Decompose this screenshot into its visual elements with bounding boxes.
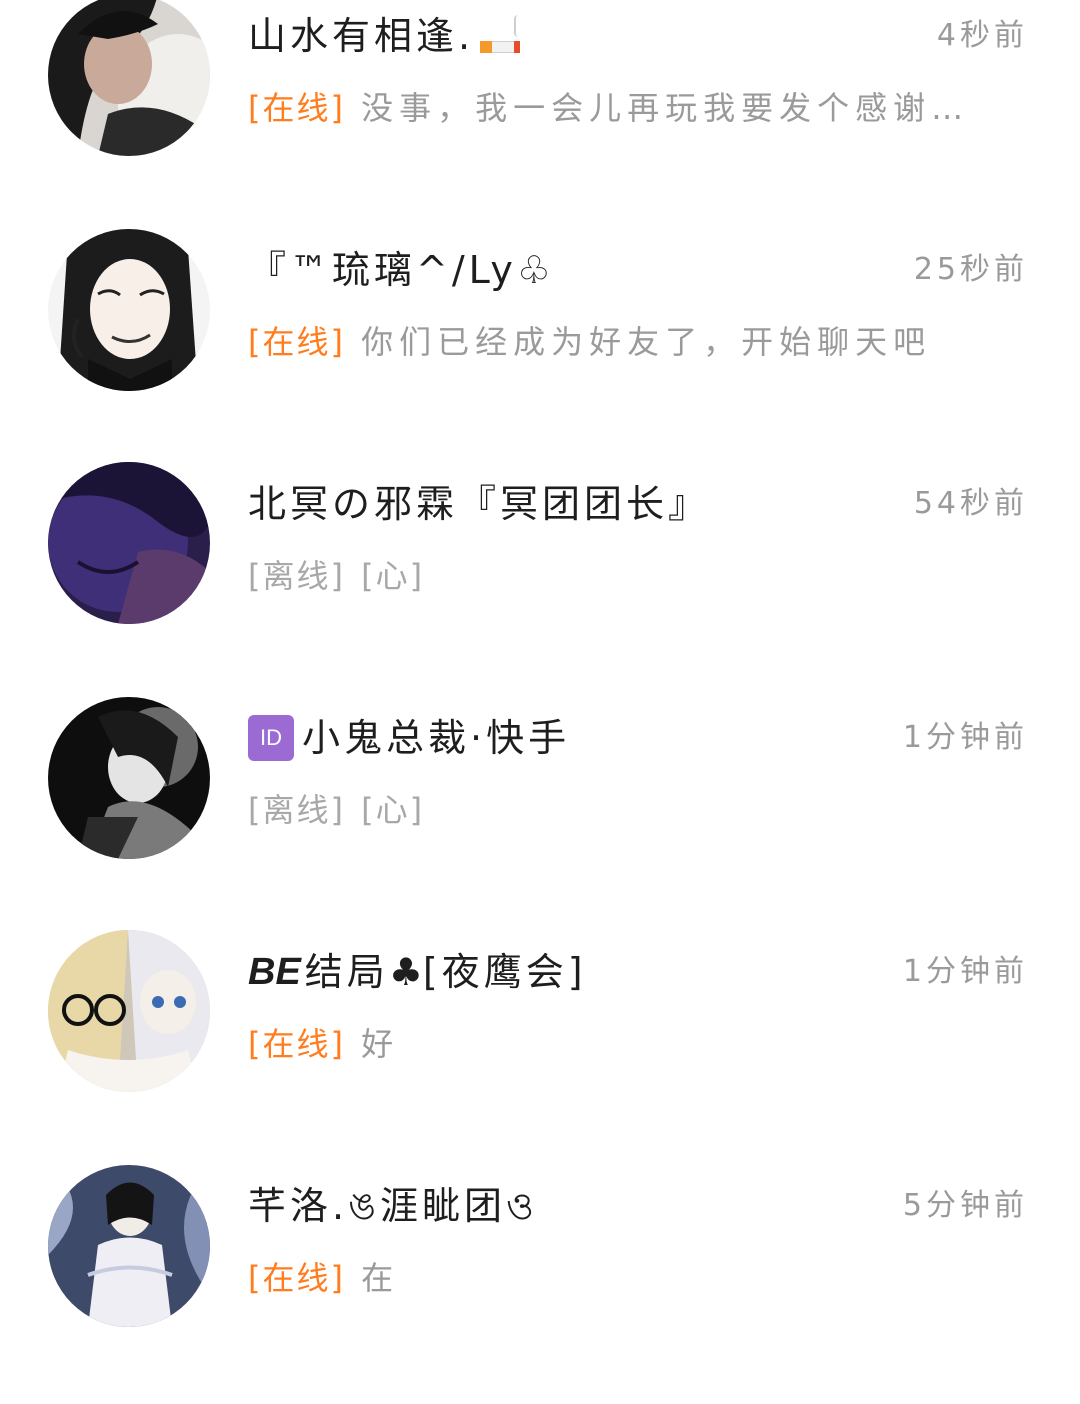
contact-name: ID 小鬼总裁·快手 <box>248 710 570 766</box>
contact-name: 芊洛.ঙ涯眦团ও <box>248 1178 538 1234</box>
conversation-item[interactable]: 北冥の邪霖『冥团团长』 54秒前 [离线] [心] <box>0 462 1080 702</box>
conversation-list: 山水有相逢. 4秒前 [在线] 没事，我一会儿再玩我要发个感谢… 『™琉璃^/L… <box>0 0 1080 1382</box>
offline-status-badge: [离线] <box>248 557 345 595</box>
avatar[interactable] <box>48 0 210 156</box>
contact-name-prefix: BE <box>248 951 301 993</box>
message-preview: [在线] 在 <box>248 1252 399 1304</box>
conversation-item[interactable]: 山水有相逢. 4秒前 [在线] 没事，我一会儿再玩我要发个感谢… <box>0 0 1080 234</box>
online-status-badge: [在线] <box>248 1259 345 1297</box>
message-preview: [在线] 你们已经成为好友了，开始聊天吧 <box>248 316 931 368</box>
avatar[interactable] <box>48 462 210 624</box>
message-preview: [离线] [心] <box>248 784 424 836</box>
message-time: 5分钟前 <box>902 1188 1028 1223</box>
online-status-badge: [在线] <box>248 89 345 127</box>
contact-name: 北冥の邪霖『冥团团长』 <box>248 476 710 532</box>
avatar[interactable] <box>48 697 210 859</box>
contact-name-text: 芊洛.ঙ涯眦团ও <box>248 1184 538 1228</box>
message-text: 你们已经成为好友了，开始聊天吧 <box>361 323 932 361</box>
contact-name-text: 结局 <box>304 950 389 994</box>
avatar[interactable] <box>48 229 210 391</box>
contact-name-text: 『™琉璃^/Ly♧ <box>248 248 555 292</box>
conversation-item[interactable]: ID 小鬼总裁·快手 1分钟前 [离线] [心] <box>0 697 1080 936</box>
avatar[interactable] <box>48 1165 210 1327</box>
online-status-badge: [在线] <box>248 1025 345 1063</box>
conversation-item[interactable]: BE 结局 ♣ [夜鹰会] 1分钟前 [在线] 好 <box>0 930 1080 1170</box>
message-preview: [在线] 没事，我一会儿再玩我要发个感谢… <box>248 82 969 134</box>
id-badge-icon: ID <box>248 715 294 761</box>
message-time: 54秒前 <box>913 486 1028 521</box>
contact-name-suffix: [夜鹰会] <box>422 950 587 994</box>
offline-status-badge: [离线] <box>248 791 345 829</box>
avatar[interactable] <box>48 930 210 1092</box>
message-text: [心] <box>361 557 425 595</box>
conversation-item[interactable]: 『™琉璃^/Ly♧ 25秒前 [在线] 你们已经成为好友了，开始聊天吧 <box>0 229 1080 468</box>
contact-name: 『™琉璃^/Ly♧ <box>248 242 555 298</box>
contact-name-text: 北冥の邪霖『冥团团长』 <box>248 482 711 526</box>
message-text: [心] <box>361 791 425 829</box>
message-text: 好 <box>361 1025 400 1063</box>
online-status-badge: [在线] <box>248 323 345 361</box>
cigarette-emoji-icon <box>478 13 524 59</box>
club-suit-icon: ♣ <box>388 950 423 994</box>
contact-name-text: 山水有相逢. <box>248 14 475 58</box>
conversation-item[interactable]: 芊洛.ঙ涯眦团ও 5分钟前 [在线] 在 <box>0 1165 1080 1404</box>
message-preview: [在线] 好 <box>248 1018 399 1070</box>
message-text: 在 <box>361 1259 400 1297</box>
contact-name: BE 结局 ♣ [夜鹰会] <box>248 944 587 1000</box>
message-text: 没事，我一会儿再玩我要发个感谢… <box>361 89 970 127</box>
message-preview: [离线] [心] <box>248 550 424 602</box>
contact-name: 山水有相逢. <box>248 8 524 64</box>
message-time: 25秒前 <box>913 252 1028 287</box>
message-time: 4秒前 <box>936 18 1028 53</box>
contact-name-text: 小鬼总裁·快手 <box>302 716 571 760</box>
message-time: 1分钟前 <box>902 720 1028 755</box>
message-time: 1分钟前 <box>902 954 1028 989</box>
